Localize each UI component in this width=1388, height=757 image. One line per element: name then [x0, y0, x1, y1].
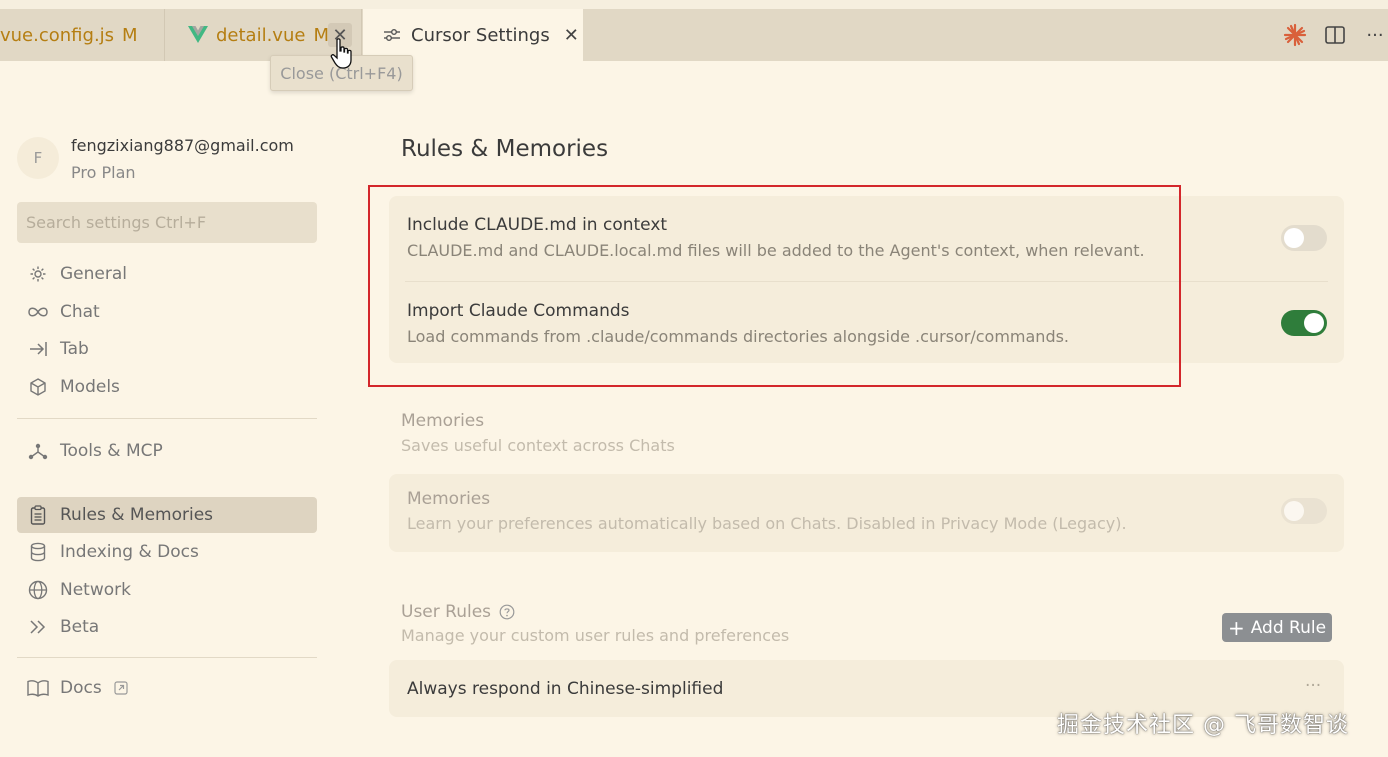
- sidebar-item-tab[interactable]: Tab: [17, 331, 317, 367]
- add-rule-label: Add Rule: [1250, 617, 1327, 638]
- cube-icon: [27, 376, 49, 398]
- settings-sliders-icon: [384, 29, 400, 41]
- include-claude-toggle[interactable]: [1281, 225, 1327, 251]
- sidebar-item-label: Docs: [60, 678, 102, 698]
- tab-cursor-settings[interactable]: Cursor Settings ✕: [363, 9, 583, 61]
- sidebar-item-label: Beta: [60, 617, 100, 637]
- split-editor-icon[interactable]: [1322, 26, 1348, 44]
- sidebar-item-models[interactable]: Models: [17, 369, 317, 405]
- claude-spark-icon[interactable]: [1282, 23, 1308, 47]
- sidebar-divider: [17, 657, 317, 658]
- memories-section-title: Memories: [401, 411, 485, 431]
- sidebar-item-label: Chat: [60, 302, 100, 322]
- sidebar-item-label: Tab: [60, 339, 89, 359]
- database-icon: [27, 541, 49, 563]
- user-rule-text: Always respond in Chinese-simplified: [407, 679, 724, 699]
- tab-label: detail.vue: [216, 24, 306, 46]
- sidebar-item-label: Tools & MCP: [60, 441, 163, 461]
- memories-row-desc: Learn your preferences automatically bas…: [407, 514, 1127, 533]
- book-icon: [27, 677, 49, 699]
- sidebar-item-general[interactable]: General: [17, 256, 317, 292]
- modified-badge: M: [313, 24, 329, 46]
- highlight-box: [368, 185, 1181, 387]
- globe-icon: [27, 579, 49, 601]
- sidebar-item-label: Rules & Memories: [60, 505, 214, 525]
- hand-pointer-icon: [330, 38, 352, 69]
- network-nodes-icon: [27, 440, 49, 462]
- import-commands-toggle[interactable]: [1281, 310, 1327, 336]
- more-actions-icon[interactable]: ···: [1362, 25, 1388, 46]
- memories-card: [389, 474, 1344, 552]
- watermark: 掘金技术社区 @ 飞哥数智谈: [1057, 713, 1349, 738]
- memories-section-desc: Saves useful context across Chats: [401, 436, 675, 455]
- close-icon[interactable]: ✕: [564, 25, 579, 46]
- vue-icon: [188, 26, 208, 43]
- editor-actions: ···: [1282, 9, 1388, 61]
- editor-tab-bar: vue.config.js M detail.vue M ✕ Cursor Se…: [0, 9, 1388, 61]
- sidebar-item-label: Indexing & Docs: [60, 542, 199, 562]
- search-settings-input[interactable]: [17, 202, 317, 243]
- gear-icon: [27, 263, 49, 285]
- avatar: F: [17, 137, 59, 179]
- help-icon[interactable]: [499, 604, 515, 620]
- more-icon[interactable]: ···: [1305, 676, 1321, 696]
- sidebar-item-label: General: [60, 264, 127, 284]
- account-email: fengzixiang887@gmail.com: [71, 136, 294, 155]
- user-rules-title: User Rules: [401, 602, 515, 622]
- tab-label: Cursor Settings: [411, 24, 550, 46]
- sidebar-item-beta[interactable]: Beta: [17, 609, 317, 645]
- infinity-icon: [27, 301, 49, 323]
- add-rule-button[interactable]: + Add Rule: [1222, 613, 1332, 642]
- user-rules-title-text: User Rules: [401, 602, 492, 622]
- sidebar-item-indexing-docs[interactable]: Indexing & Docs: [17, 534, 317, 570]
- sidebar-item-chat[interactable]: Chat: [17, 294, 317, 330]
- sidebar-item-docs[interactable]: Docs: [17, 670, 317, 706]
- tab-label: vue.config.js: [0, 24, 115, 46]
- sidebar-divider: [17, 418, 317, 419]
- memories-toggle[interactable]: [1281, 498, 1327, 524]
- clipboard-icon: [27, 504, 49, 526]
- sidebar-item-label: Models: [60, 377, 120, 397]
- user-rules-desc: Manage your custom user rules and prefer…: [401, 626, 790, 645]
- page-title: Rules & Memories: [401, 136, 609, 162]
- memories-row-title: Memories: [407, 489, 491, 509]
- sidebar-item-rules-memories[interactable]: Rules & Memories: [17, 497, 317, 533]
- sidebar-item-label: Network: [60, 580, 131, 600]
- arrow-to-line-icon: [27, 338, 49, 360]
- plus-icon: +: [1227, 615, 1245, 640]
- sidebar-item-tools-mcp[interactable]: Tools & MCP: [17, 433, 317, 469]
- external-link-icon: [114, 681, 128, 695]
- tab-vue-config[interactable]: vue.config.js M: [0, 9, 165, 61]
- window-top-strip: [0, 0, 1388, 9]
- double-chevron-icon: [27, 616, 49, 638]
- sidebar-item-network[interactable]: Network: [17, 572, 317, 608]
- account-plan: Pro Plan: [71, 163, 136, 182]
- modified-badge: M: [122, 24, 138, 46]
